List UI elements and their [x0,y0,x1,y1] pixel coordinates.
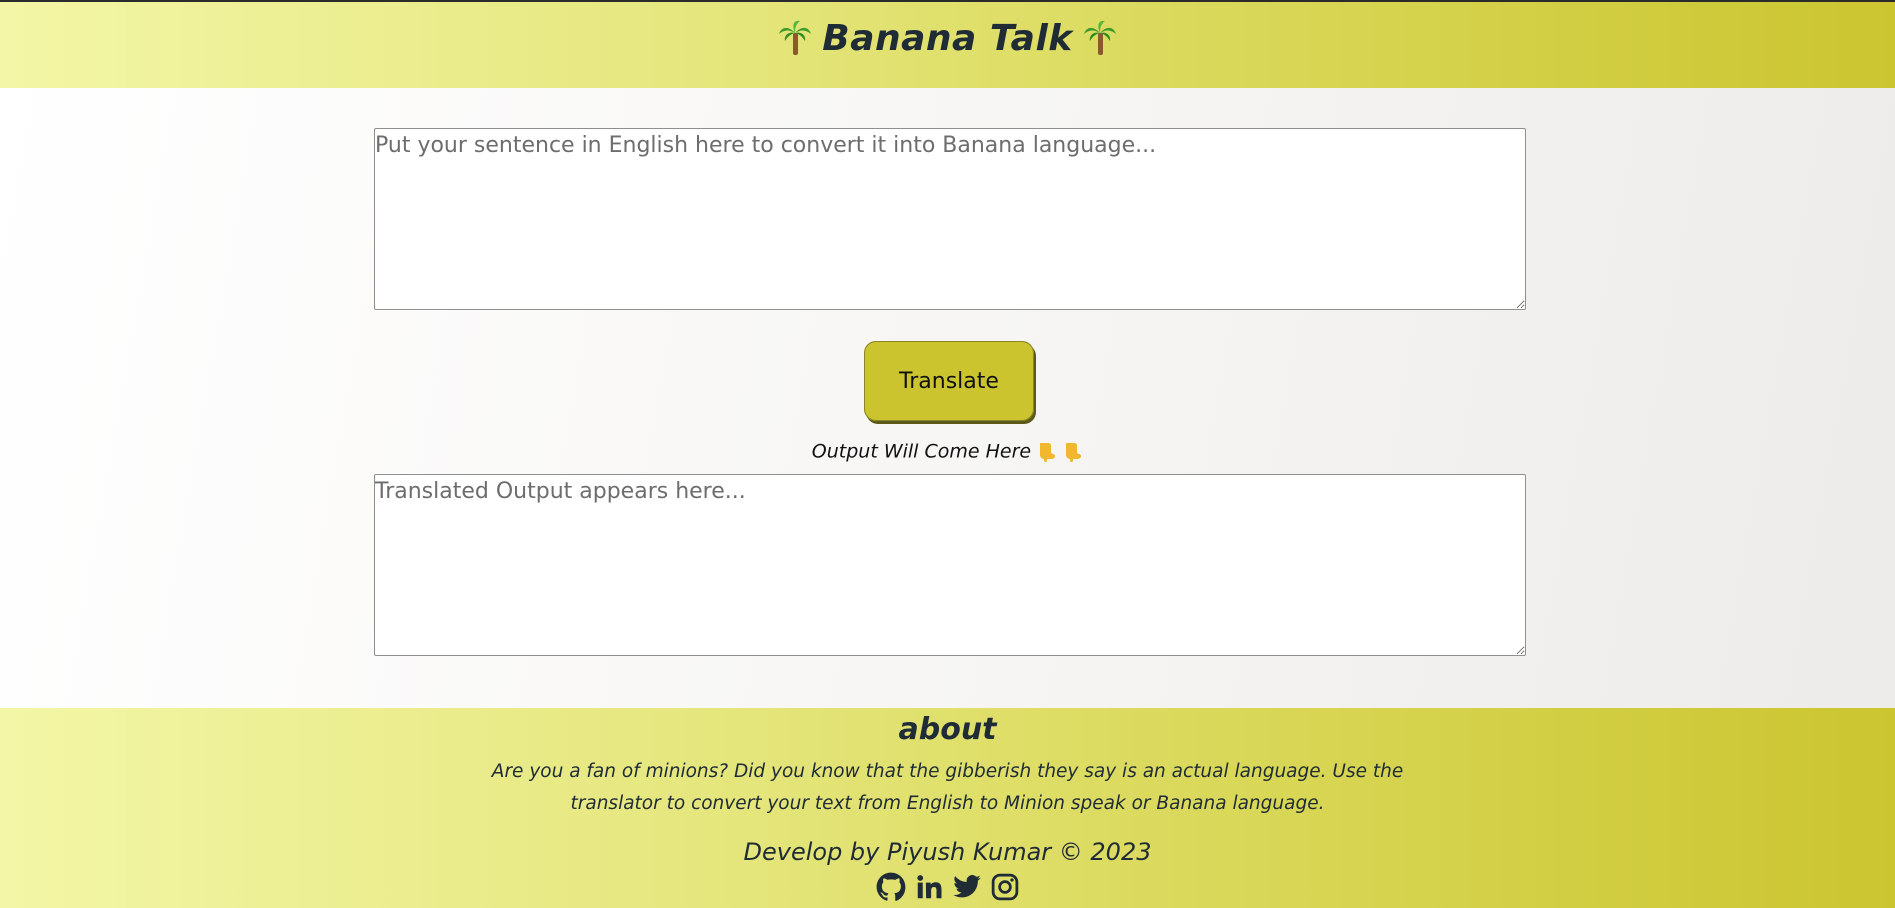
credit-text: Develop by Piyush Kumar © 2023 [743,838,1152,866]
about-text: Are you a fan of minions? Did you know t… [491,761,1404,814]
pointing-down-icon [1040,442,1056,462]
social-links [0,872,1895,902]
output-hint: Output Will Come Here [0,440,1895,463]
instagram-icon[interactable] [990,872,1020,902]
twitter-icon[interactable] [952,872,982,902]
english-input-textarea[interactable] [374,128,1526,310]
linkedin-icon[interactable] [914,872,944,902]
title-wrap: Banana Talk [778,18,1116,59]
palm-tree-icon [1083,20,1116,55]
site-footer: about Are you a fan of minions? Did you … [0,708,1895,908]
pointing-down-icon [1066,442,1082,462]
page-title: Banana Talk [822,17,1073,59]
site-header: Banana Talk [0,2,1895,88]
palm-tree-icon [779,20,812,55]
translate-button[interactable]: Translate [864,341,1034,421]
output-hint-label: Output Will Come Here [811,440,1032,463]
translated-output-textarea[interactable] [374,474,1526,656]
github-icon[interactable] [876,872,906,902]
about-heading: about [898,712,997,747]
translator-main: Translate Output Will Come Here [0,88,1895,708]
